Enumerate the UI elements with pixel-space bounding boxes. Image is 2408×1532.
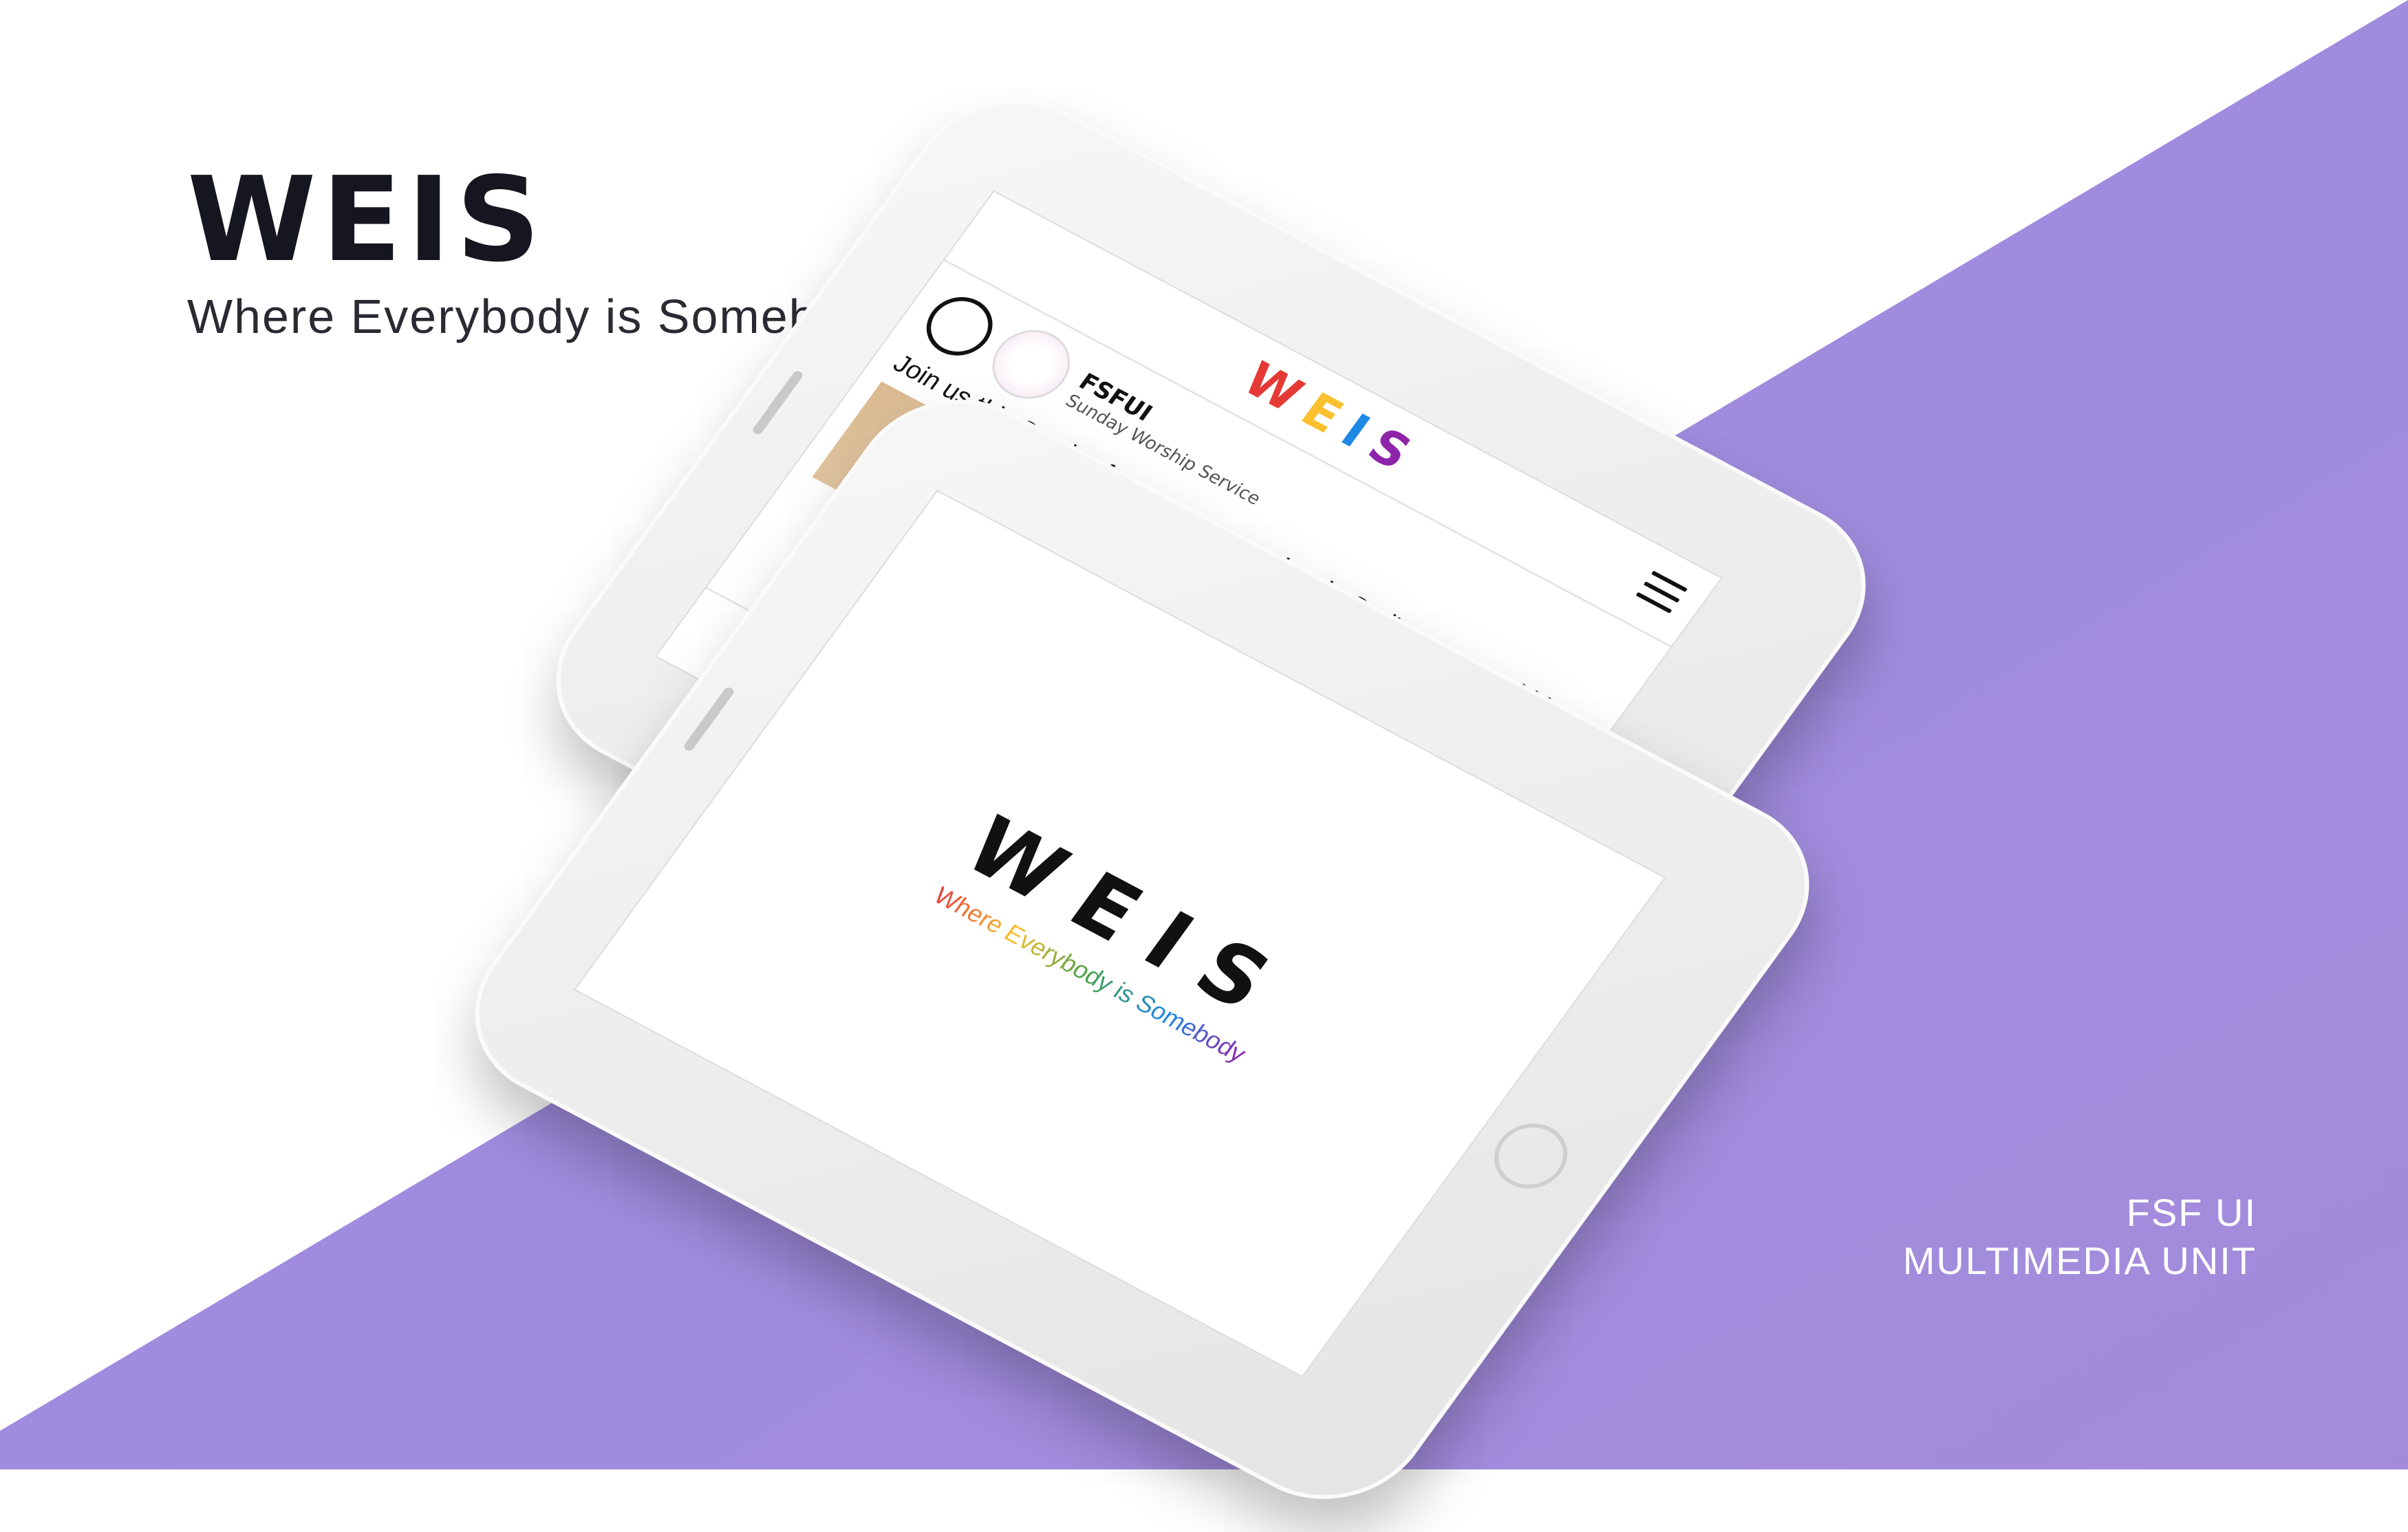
brand-title: WEIS (187, 152, 546, 288)
menu-icon[interactable] (1635, 570, 1688, 614)
credit-line-2: MULTIMEDIA UNIT (1902, 1239, 2257, 1282)
avatar-icon[interactable] (914, 286, 1006, 367)
credit-line-1: FSF UI (2126, 1191, 2257, 1234)
